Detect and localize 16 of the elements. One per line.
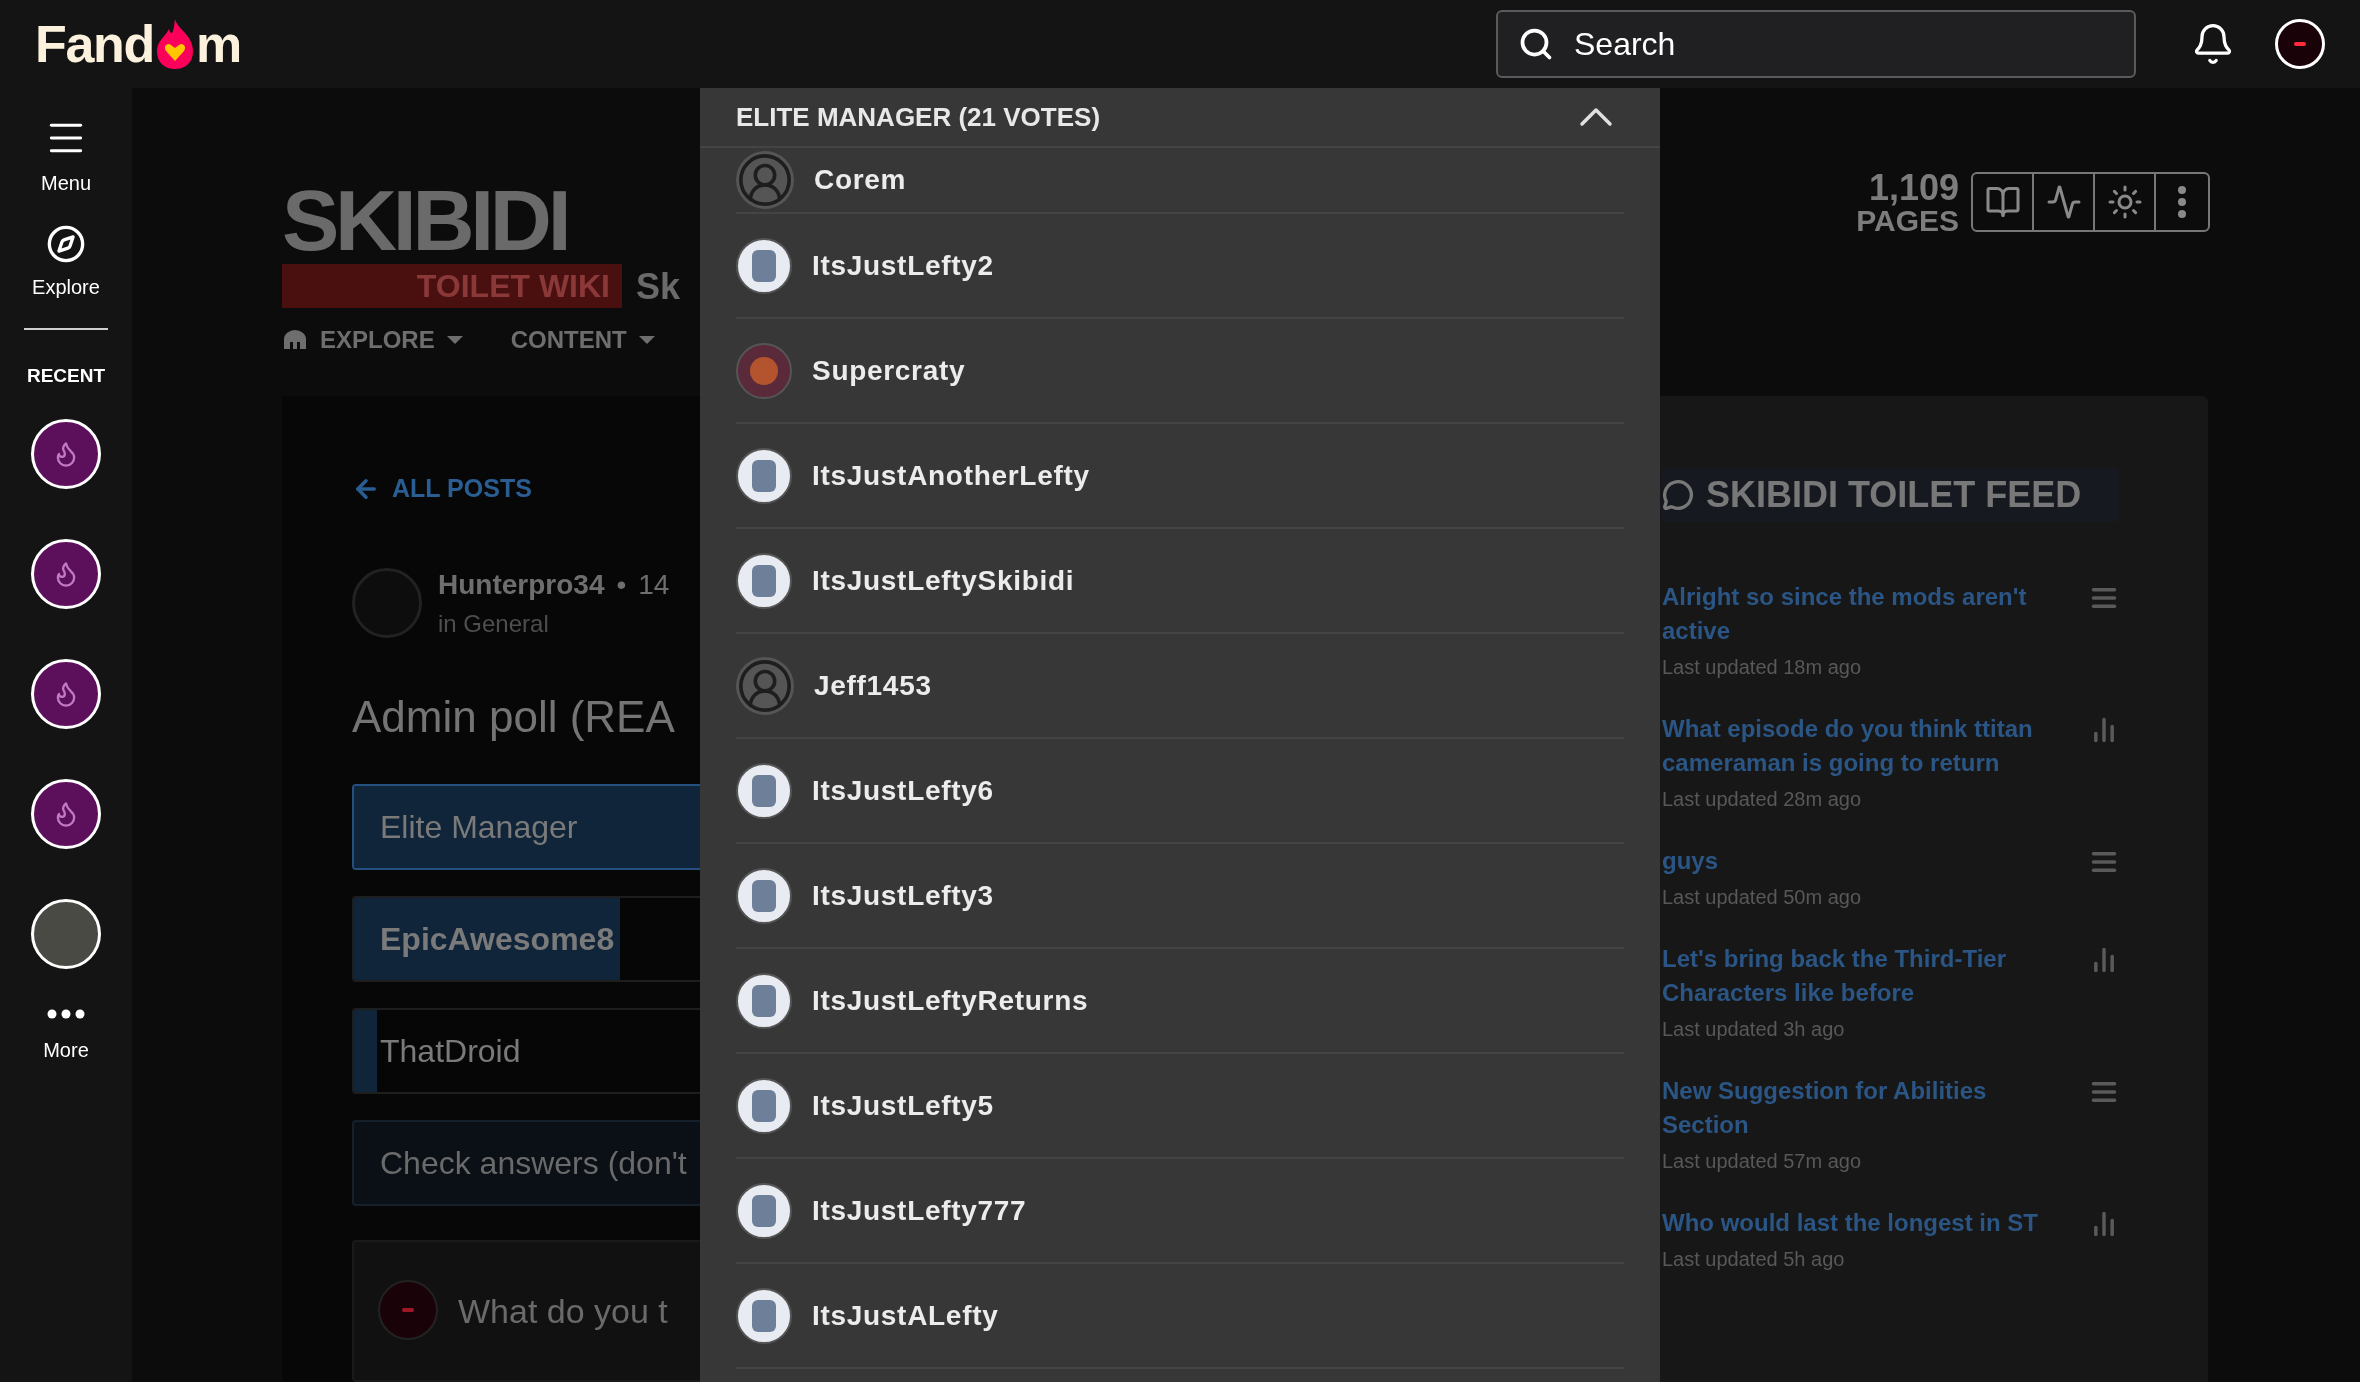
feed-post-updated: Last updated 3h ago	[1662, 1017, 1846, 1042]
feed-post-updated: Last updated 28m ago	[1662, 787, 1863, 812]
post-forum: in General	[438, 608, 550, 639]
post-title: Admin poll (REA	[352, 690, 675, 743]
feed-post-updated: Last updated 5h ago	[1662, 1247, 1846, 1272]
comment-placeholder: What do you t	[458, 1290, 668, 1332]
post-time: 14	[638, 567, 670, 602]
recent-heading: RECENT	[26, 364, 106, 388]
feed-post-updated: Last updated 50m ago	[1662, 885, 1863, 910]
feed-post-updated: Last updated 18m ago	[1662, 655, 1863, 680]
wiki-title: Sk	[636, 265, 681, 309]
separator-dot: •	[616, 567, 627, 602]
feed-heading: SKIBIDI TOILET FEED	[1662, 468, 2118, 522]
modal-title: ELITE MANAGER (21 VOTES)	[736, 100, 1101, 134]
feed-post-updated: Last updated 57m ago	[1662, 1149, 1863, 1174]
page-count: 1,109 PAGES	[1856, 170, 1959, 236]
